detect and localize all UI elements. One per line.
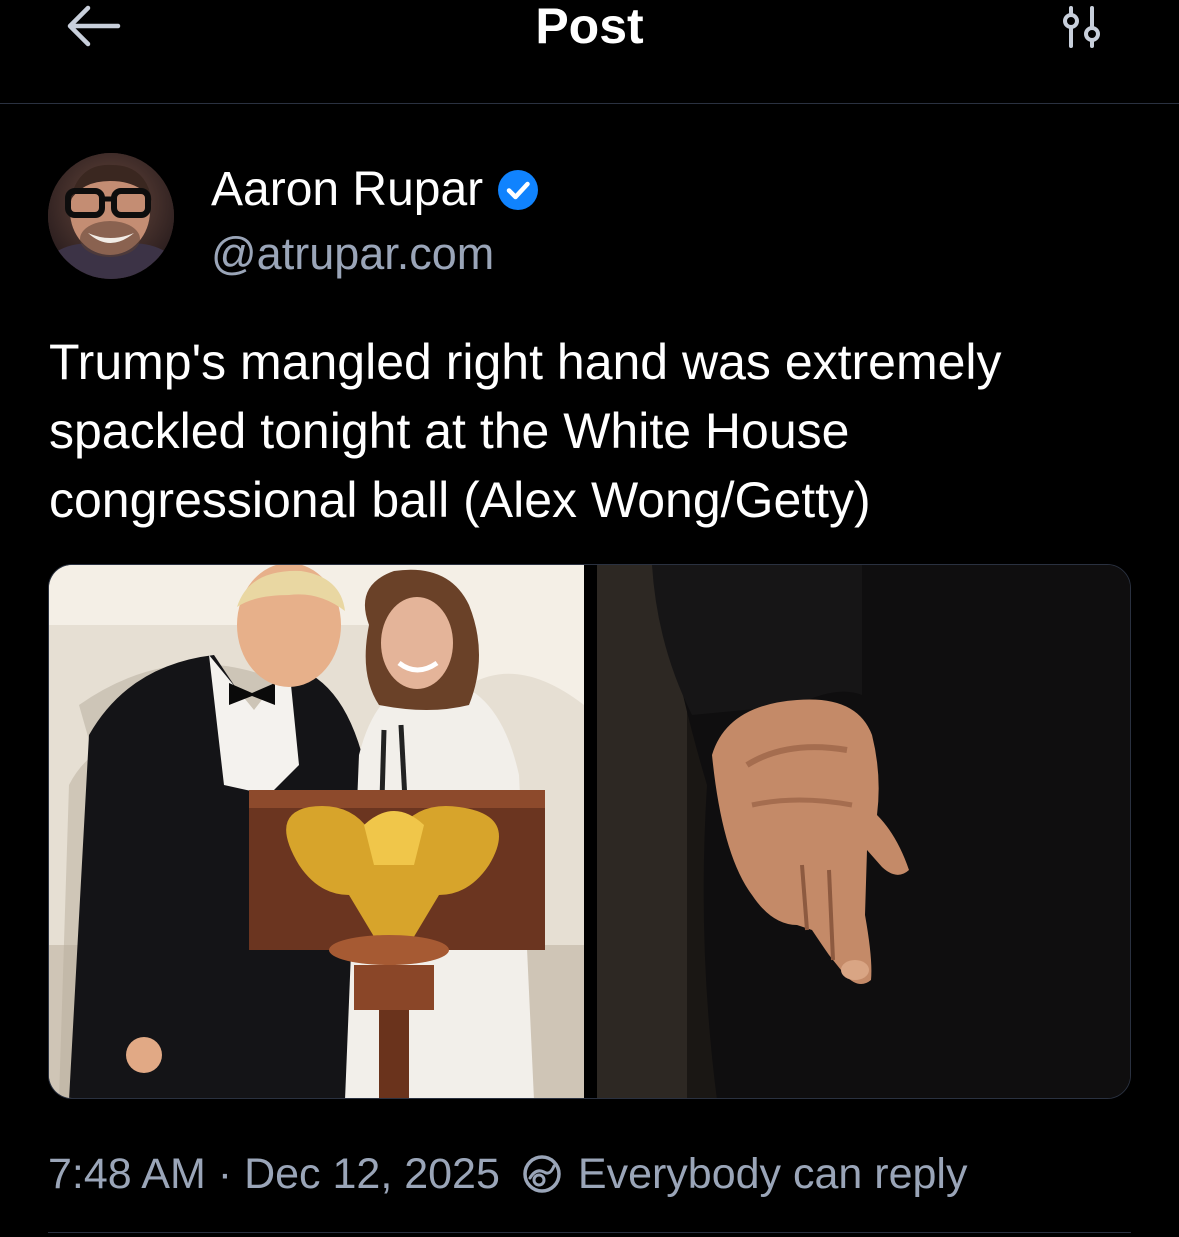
post-meta: 7:48 AM · Dec 12, 2025 Everybody can rep…	[48, 1144, 967, 1204]
meta-separator: ·	[217, 1149, 233, 1198]
avatar[interactable]	[48, 153, 174, 279]
reply-permission-icon	[523, 1155, 561, 1193]
post-photo-podium[interactable]	[49, 565, 584, 1098]
post-date: Dec 12, 2025	[244, 1149, 500, 1198]
footer-divider	[48, 1232, 1131, 1233]
top-bar: Post	[0, 0, 1179, 104]
photo-podium-image	[49, 565, 584, 1098]
reply-setting-label: Everybody can reply	[577, 1149, 968, 1198]
page-title: Post	[535, 0, 644, 54]
verified-badge-icon	[498, 170, 539, 210]
filter-sliders-icon	[1063, 6, 1100, 48]
author-avatar-image	[48, 153, 174, 279]
post-media-grid	[48, 564, 1131, 1099]
author-name-row: Aaron Rupar	[211, 160, 539, 220]
reply-setting[interactable]: Everybody can reply	[522, 1149, 968, 1199]
photo-hand-image	[597, 565, 1130, 1098]
author-display-name[interactable]: Aaron Rupar	[211, 160, 483, 220]
post-text: Trump's mangled right hand was extremely…	[49, 334, 1002, 528]
author-handle[interactable]: @atrupar.com	[211, 226, 494, 282]
thread-settings-button[interactable]	[1054, 4, 1110, 50]
post-photo-hand[interactable]	[597, 565, 1130, 1098]
post-time: 7:48 AM	[48, 1149, 206, 1198]
